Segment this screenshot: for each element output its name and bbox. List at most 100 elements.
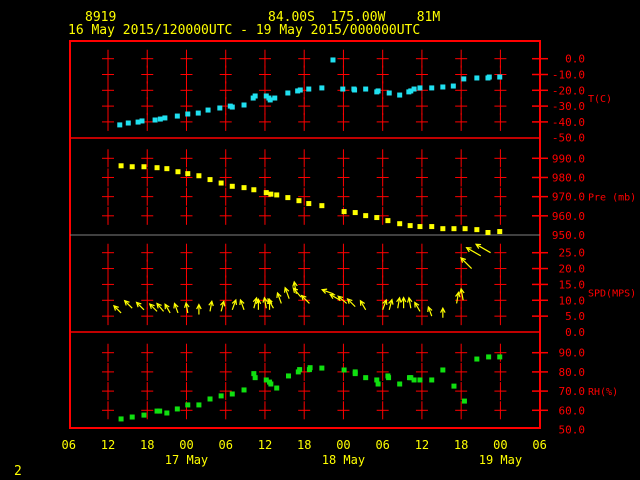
- rh-point: [185, 402, 191, 408]
- pressure-point: [175, 169, 181, 175]
- y-tick-label: 60.0: [559, 404, 586, 417]
- temp-point: [117, 122, 123, 128]
- temp-point: [217, 105, 223, 111]
- pressure-point: [485, 230, 491, 236]
- x-tick-label: 06: [532, 438, 546, 452]
- temp-point: [319, 85, 325, 91]
- pressure-point: [129, 164, 135, 170]
- temp-point: [185, 111, 191, 117]
- temp-point: [229, 104, 235, 110]
- pressure-point: [268, 191, 274, 197]
- temp-point: [162, 115, 168, 121]
- x-tick-label: 12: [415, 438, 429, 452]
- rh-point: [297, 367, 303, 373]
- x-tick-label: 00: [336, 438, 350, 452]
- x-day-label: 17 May: [165, 453, 208, 467]
- rh-point: [118, 416, 124, 422]
- temp-point: [363, 86, 369, 92]
- pressure-point: [385, 218, 391, 224]
- pressure-point: [118, 163, 124, 169]
- y-tick-label: 990.0: [552, 152, 585, 165]
- rh-point: [352, 371, 358, 377]
- y-tick-label: 90.0: [559, 347, 586, 360]
- wind-arrow: [460, 257, 473, 269]
- rh-point: [241, 387, 247, 393]
- pressure-point: [462, 226, 468, 232]
- rh-point: [429, 377, 435, 383]
- y-tick-label: 25.0: [559, 247, 586, 260]
- pressure-point: [440, 226, 446, 232]
- y-tick-label: 5.0: [565, 310, 585, 323]
- x-tick-label: 06: [375, 438, 389, 452]
- y-tick-label: 70.0: [559, 385, 586, 398]
- y-tick-label: -10.0: [552, 69, 585, 82]
- temp-point: [252, 93, 258, 99]
- y-tick-label: 950.0: [552, 229, 585, 242]
- y-tick-label: 0.0: [565, 53, 585, 66]
- rh-point: [474, 356, 480, 362]
- temp-point: [157, 116, 163, 122]
- x-tick-label: 06: [62, 438, 76, 452]
- x-tick-label: 12: [101, 438, 115, 452]
- rh-point: [268, 381, 274, 387]
- pressure-point: [229, 183, 235, 189]
- rh-point: [141, 412, 147, 418]
- rh-point: [319, 365, 325, 371]
- pressure-point: [407, 223, 413, 229]
- rh-point: [207, 396, 213, 402]
- y-tick-label: 50.0: [559, 424, 586, 437]
- y-tick-label: -20.0: [552, 84, 585, 97]
- pressure-point: [374, 215, 380, 221]
- temp-point: [267, 97, 273, 103]
- rh-point: [486, 354, 492, 360]
- y-tick-label: 15.0: [559, 278, 586, 291]
- y-tick-label: -40.0: [552, 116, 585, 129]
- temp-point: [375, 88, 381, 94]
- rh-point: [386, 375, 392, 381]
- y-tick-label: 10.0: [559, 294, 586, 307]
- pressure-point: [497, 229, 503, 235]
- y-tick-label: 80.0: [559, 366, 586, 379]
- panel-label-rh: RH(%): [588, 387, 618, 398]
- y-tick-label: 0.0: [565, 326, 585, 339]
- rh-point: [252, 375, 258, 381]
- rh-point: [274, 385, 280, 391]
- pressure-point: [474, 227, 480, 233]
- rh-point: [497, 354, 503, 360]
- pressure-point: [251, 187, 257, 193]
- rh-point: [417, 377, 423, 383]
- rh-point: [164, 410, 170, 416]
- panel-label-wind: SPD(MPS): [588, 288, 636, 299]
- y-tick-label: 970.0: [552, 191, 585, 204]
- temp-point: [397, 92, 403, 98]
- temp-point: [497, 74, 503, 80]
- x-tick-label: 18: [140, 438, 154, 452]
- rh-point: [286, 373, 292, 379]
- rh-point: [411, 377, 417, 383]
- pressure-point: [285, 195, 291, 201]
- x-tick-label: 12: [258, 438, 272, 452]
- temp-point: [174, 113, 180, 119]
- temp-point: [285, 90, 291, 96]
- x-day-label: 19 May: [479, 453, 522, 467]
- x-tick-label: 18: [297, 438, 311, 452]
- rh-point: [451, 383, 457, 389]
- temp-point: [205, 107, 211, 113]
- pressure-point: [141, 164, 147, 170]
- rh-point: [174, 406, 180, 412]
- rh-point: [129, 414, 135, 420]
- pressure-point: [429, 224, 435, 230]
- temp-point: [352, 87, 358, 93]
- temp-point: [386, 90, 392, 96]
- temp-point: [139, 118, 145, 124]
- pressure-point: [296, 198, 302, 204]
- x-tick-label: 18: [454, 438, 468, 452]
- temp-point: [429, 85, 435, 91]
- temp-point: [417, 85, 423, 91]
- temp-point: [440, 84, 446, 90]
- pressure-point: [207, 177, 213, 183]
- y-tick-label: -30.0: [552, 100, 585, 113]
- pressure-point: [263, 190, 269, 196]
- rh-point: [440, 367, 446, 373]
- pressure-point: [417, 224, 423, 230]
